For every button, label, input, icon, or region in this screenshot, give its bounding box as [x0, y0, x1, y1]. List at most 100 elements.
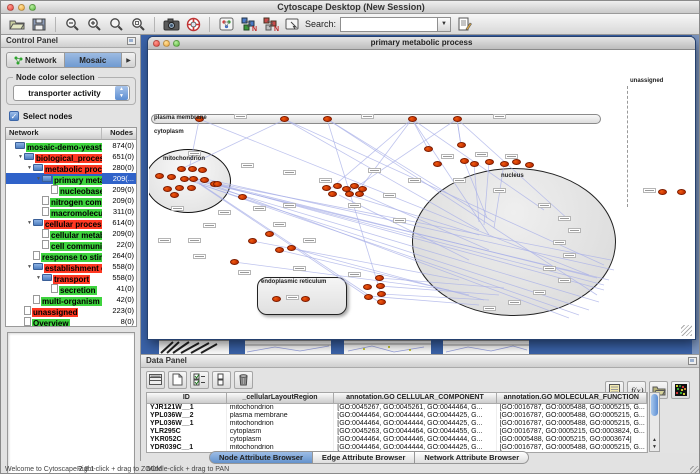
network-node[interactable] — [525, 162, 534, 168]
network-node[interactable] — [328, 191, 337, 197]
network-node[interactable] — [287, 245, 296, 251]
tree-row-overview[interactable]: Overview8(0) — [6, 316, 136, 327]
network-node[interactable] — [433, 161, 442, 167]
network-canvas[interactable]: plasma membrane cytoplasm mitochondrion … — [149, 50, 694, 338]
network-node[interactable] — [301, 296, 310, 302]
app-resize-grip[interactable] — [690, 466, 700, 474]
float-panel-icon[interactable] — [688, 357, 697, 365]
window-resize-grip[interactable] — [681, 325, 692, 336]
network-node[interactable] — [375, 275, 384, 281]
snapshot-camera-icon[interactable] — [161, 15, 181, 33]
annotation-icon[interactable] — [282, 15, 302, 33]
network-node[interactable] — [363, 284, 372, 290]
combo-stepper-icon[interactable]: ▲▼ — [115, 86, 128, 100]
column-header-3[interactable]: annotation.GO CELLULAR_COMPONENT — [334, 393, 496, 404]
expand-arrow-icon[interactable]: ▼ — [26, 220, 33, 226]
network-node[interactable] — [470, 161, 479, 167]
expand-arrow-icon[interactable]: ▼ — [26, 264, 33, 270]
network-node[interactable] — [167, 174, 176, 180]
save-icon[interactable] — [29, 15, 49, 33]
tab-network[interactable]: Network — [7, 53, 65, 67]
network-node[interactable] — [457, 142, 466, 148]
network-node[interactable] — [177, 166, 186, 172]
tab-mosaic[interactable]: Mosaic — [65, 53, 123, 67]
table-row[interactable]: YPL036W__1mitochondrion[GO:0044464, GO:0… — [147, 420, 647, 428]
network-node[interactable] — [248, 238, 257, 244]
open-file-icon[interactable] — [7, 15, 27, 33]
network-node[interactable] — [677, 189, 686, 195]
network-node[interactable] — [453, 116, 462, 122]
select-nodes-checkbox[interactable]: ✓ — [9, 111, 19, 121]
table-row[interactable]: YPL036W__2plasma membrane[GO:0044464, GO… — [147, 412, 647, 420]
scrollbar-thumb[interactable] — [651, 394, 658, 416]
network-node[interactable] — [345, 191, 354, 197]
unselect-attributes-icon[interactable] — [212, 371, 231, 389]
network-node[interactable] — [376, 283, 385, 289]
expand-arrow-icon[interactable]: ▼ — [26, 165, 33, 171]
network-node[interactable] — [275, 247, 284, 253]
zoom-in-icon[interactable] — [84, 15, 104, 33]
table-row[interactable]: YKR052Ccytoplasm[GO:0044464, GO:0044446,… — [147, 436, 647, 444]
network-node[interactable] — [230, 259, 239, 265]
bird-eye-view[interactable] — [7, 332, 135, 474]
network-node[interactable] — [323, 116, 332, 122]
layout-icon[interactable] — [216, 15, 236, 33]
network-node[interactable] — [272, 296, 281, 302]
zoom-fit-icon[interactable] — [106, 15, 126, 33]
network-node[interactable] — [377, 299, 386, 305]
column-header-4[interactable]: annotation.GO MOLECULAR_FUNCTION — [497, 393, 647, 404]
background-window-fragment[interactable] — [159, 339, 229, 354]
table-scrollbar[interactable]: ▲ ▼ — [649, 392, 660, 452]
background-window-fragment[interactable] — [344, 339, 431, 354]
network-node[interactable] — [485, 159, 494, 165]
zoom-selected-icon[interactable] — [128, 15, 148, 33]
table-row[interactable]: YJR121W__1mitochondrion[GO:0045267, GO:0… — [147, 404, 647, 412]
zoom-out-icon[interactable] — [62, 15, 82, 33]
network-node[interactable] — [187, 185, 196, 191]
network-node[interactable] — [265, 231, 274, 237]
search-dropdown-icon[interactable]: ▼ — [438, 17, 451, 32]
attribute-table-header[interactable]: ID_cellularLayoutRegionannotation.GO CEL… — [147, 393, 647, 404]
color-attribute-select[interactable]: transporter activity ▲▼ — [13, 85, 130, 101]
column-header-2[interactable]: _cellularLayoutRegion — [227, 393, 335, 404]
tab-node-attribute-browser[interactable]: Node Attribute Browser — [209, 451, 313, 464]
network-node[interactable] — [355, 191, 364, 197]
background-window-fragment[interactable] — [443, 339, 529, 354]
network-view-window[interactable]: primary metabolic process plasma membran… — [148, 37, 695, 339]
tab-network-attribute-browser[interactable]: Network Attribute Browser — [415, 451, 529, 464]
float-panel-icon[interactable] — [127, 37, 136, 45]
expand-arrow-icon[interactable]: ▼ — [35, 176, 42, 182]
create-view-icon[interactable]: N — [238, 15, 258, 33]
heatmap-icon[interactable] — [671, 381, 690, 399]
select-attributes-icon[interactable] — [190, 371, 209, 389]
network-node[interactable] — [189, 176, 198, 182]
expand-arrow-icon[interactable]: ▼ — [17, 154, 24, 160]
network-node[interactable] — [460, 158, 469, 164]
network-node[interactable] — [238, 194, 247, 200]
app-titlebar[interactable]: Cytoscape Desktop (New Session) — [1, 1, 700, 14]
search-input[interactable] — [340, 17, 438, 32]
tab-edge-attribute-browser[interactable]: Edge Attribute Browser — [313, 451, 415, 464]
network-node[interactable] — [175, 185, 184, 191]
network-node[interactable] — [408, 116, 417, 122]
network-node[interactable] — [180, 176, 189, 182]
table-row[interactable]: YLR295Ccytoplasm[GO:0045263, GO:0044464,… — [147, 428, 647, 436]
attribute-grid-icon[interactable] — [146, 371, 165, 389]
network-node[interactable] — [163, 186, 172, 192]
network-node[interactable] — [333, 183, 342, 189]
tab-scroll-right-icon[interactable]: ▶ — [122, 53, 135, 67]
help-lifebuoy-icon[interactable] — [183, 15, 203, 33]
network-node[interactable] — [188, 166, 197, 172]
network-node[interactable] — [500, 161, 509, 167]
scroll-up-icon[interactable]: ▲ — [650, 437, 659, 443]
network-node[interactable] — [155, 173, 164, 179]
network-node[interactable] — [280, 116, 289, 122]
network-node[interactable] — [170, 192, 179, 198]
search-config-icon[interactable] — [455, 15, 475, 33]
background-window-fragment[interactable] — [245, 339, 331, 354]
network-node[interactable] — [512, 159, 521, 165]
network-window-titlebar[interactable]: primary metabolic process — [148, 37, 695, 50]
scroll-down-icon[interactable]: ▼ — [650, 444, 659, 450]
network-node[interactable] — [377, 291, 386, 297]
network-node[interactable] — [658, 189, 667, 195]
